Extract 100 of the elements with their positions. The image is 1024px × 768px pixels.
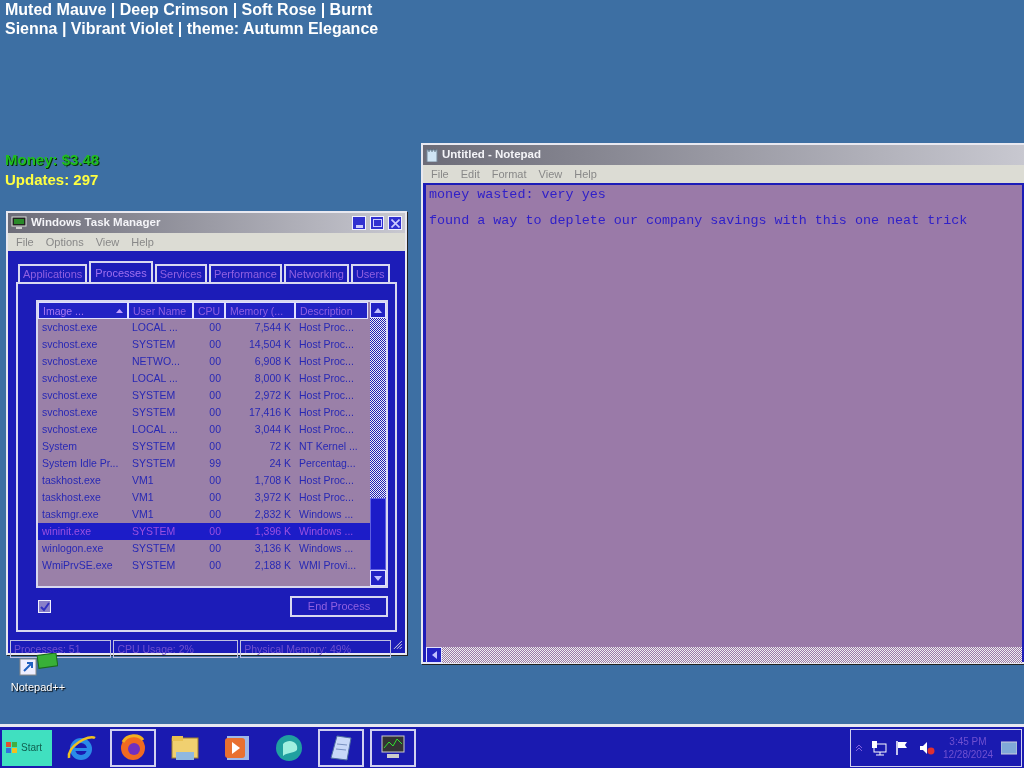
column-header[interactable]: User Name bbox=[128, 302, 193, 319]
close-button[interactable] bbox=[388, 216, 402, 230]
table-cell-text: 24 K bbox=[268, 455, 292, 471]
menu-item[interactable]: File bbox=[10, 234, 40, 250]
window-title: Windows Task Manager bbox=[31, 215, 161, 231]
table-cell-text: 99 bbox=[208, 455, 222, 471]
sort-arrow-icon bbox=[116, 308, 123, 313]
menu-item[interactable]: View bbox=[89, 234, 126, 250]
menu-item[interactable]: Options bbox=[39, 234, 90, 250]
table-cell-text: 2,832 K bbox=[253, 506, 292, 522]
table-cell-text: 00 bbox=[208, 523, 222, 539]
table-cell-text: svchost.exe bbox=[41, 370, 99, 386]
table-cell-text: 00 bbox=[208, 370, 222, 386]
notepad-taskbar-button[interactable] bbox=[318, 728, 364, 767]
text-line: found a way to deplete our company savings with this one neat trick bbox=[429, 213, 969, 229]
updates-counter: Updates: 297 bbox=[5, 170, 100, 190]
table-cell-text: 00 bbox=[208, 319, 222, 335]
column-header[interactable]: Image ... bbox=[38, 302, 128, 319]
status-text: CPU Usage: 2% bbox=[113, 640, 239, 658]
horizontal-scrollbar[interactable] bbox=[426, 647, 1022, 663]
table-cell-text: 3,044 K bbox=[253, 421, 292, 437]
checkbox[interactable] bbox=[38, 600, 51, 613]
end-process-button[interactable]: End Process bbox=[290, 596, 388, 617]
table-cell-text: Host Proc... bbox=[298, 387, 355, 403]
chevron-icon[interactable] bbox=[855, 743, 863, 752]
show-desktop-icon[interactable] bbox=[1001, 740, 1017, 755]
table-cell-text: 00 bbox=[208, 336, 222, 352]
table-cell-text: SYSTEM bbox=[131, 540, 177, 556]
table-cell-text: 00 bbox=[208, 353, 222, 369]
speaker-muted-icon[interactable] bbox=[918, 739, 935, 756]
monitor-taskbar-button[interactable] bbox=[370, 728, 416, 767]
scroll-down-button[interactable] bbox=[370, 570, 386, 586]
menu-item[interactable]: Format bbox=[485, 166, 533, 182]
table-cell-text: VM1 bbox=[131, 489, 155, 505]
tab[interactable]: Performance bbox=[208, 264, 282, 282]
table-cell-text: NT Kernel ... bbox=[298, 438, 359, 454]
table-cell-text: taskhost.exe bbox=[41, 472, 102, 488]
minimize-icon bbox=[355, 225, 363, 228]
scrollbar[interactable] bbox=[370, 302, 386, 586]
scroll-up-button[interactable] bbox=[370, 302, 386, 318]
table-cell-text: svchost.exe bbox=[41, 336, 99, 352]
table-cell-text: 00 bbox=[208, 404, 222, 420]
table-cell-text: Host Proc... bbox=[298, 336, 355, 352]
table-cell-text: Host Proc... bbox=[298, 353, 355, 369]
column-header[interactable]: CPU bbox=[193, 302, 225, 319]
money-counter: Money: $3.48 bbox=[5, 150, 100, 170]
menu-item[interactable]: Help bbox=[125, 234, 160, 250]
maximize-button[interactable] bbox=[370, 216, 384, 230]
table-cell-text: VM1 bbox=[131, 506, 155, 522]
text-area[interactable]: money wasted: very yes found a way to deplete our company savings with this one neat trick bbox=[426, 185, 1022, 647]
table-cell-text: SYSTEM bbox=[131, 557, 177, 573]
text-line: money wasted: very yes bbox=[429, 187, 607, 203]
tab[interactable]: Users bbox=[350, 264, 390, 282]
maximize-icon bbox=[372, 219, 382, 227]
table-cell-text: Windows ... bbox=[298, 523, 355, 539]
tab[interactable]: Services bbox=[154, 264, 207, 282]
menu-item[interactable]: File bbox=[425, 166, 455, 182]
menu-item[interactable]: Help bbox=[568, 166, 603, 182]
minimize-button[interactable] bbox=[352, 216, 366, 230]
table-cell-text: Host Proc... bbox=[298, 472, 355, 488]
column-header[interactable]: Memory (... bbox=[225, 302, 295, 319]
table-cell-text: taskmgr.exe bbox=[41, 506, 100, 522]
scroll-thumb[interactable] bbox=[370, 498, 386, 570]
table-cell-text: taskhost.exe bbox=[41, 489, 102, 505]
table-cell-text: wininit.exe bbox=[41, 523, 93, 539]
table-cell-text: System bbox=[41, 438, 78, 454]
scroll-left-button[interactable] bbox=[426, 647, 442, 663]
monitor-icon bbox=[11, 216, 27, 230]
table-cell-text: winlogon.exe bbox=[41, 540, 105, 556]
tab[interactable]: Networking bbox=[283, 264, 349, 282]
start-button[interactable]: Start bbox=[2, 729, 52, 766]
tab[interactable]: Processes bbox=[89, 261, 153, 284]
selection-highlight[interactable]: wininit.exe SYSTEM 00 1,396 K Windows ... bbox=[38, 523, 370, 540]
firefox-taskbar-button[interactable] bbox=[110, 728, 156, 767]
table-cell-text: 3,136 K bbox=[253, 540, 292, 556]
tab[interactable]: Applications bbox=[18, 264, 88, 282]
table-cell-text: Host Proc... bbox=[298, 404, 355, 420]
table-cell-text: WMI Provi... bbox=[298, 557, 358, 573]
table-cell-text: Host Proc... bbox=[298, 421, 355, 437]
table-cell-text: Windows ... bbox=[298, 540, 355, 556]
table-cell-text: WmiPrvSE.exe bbox=[41, 557, 114, 573]
icon-label[interactable]: Notepad++ bbox=[10, 679, 66, 696]
network-icon[interactable] bbox=[871, 739, 887, 756]
menu-item[interactable]: View bbox=[532, 166, 569, 182]
table-cell-text: VM1 bbox=[131, 472, 155, 488]
table-cell-text: 00 bbox=[208, 438, 222, 454]
menu-item[interactable]: Edit bbox=[454, 166, 486, 182]
table-cell-text: 00 bbox=[208, 421, 222, 437]
close-icon bbox=[390, 218, 400, 228]
notepad-icon bbox=[426, 148, 438, 162]
table-cell-text: 2,972 K bbox=[253, 387, 292, 403]
table-cell-text: 1,396 K bbox=[253, 523, 292, 539]
table-cell-text: 1,708 K bbox=[253, 472, 292, 488]
windows-logo-icon bbox=[6, 741, 18, 754]
table-cell-text: SYSTEM bbox=[131, 404, 177, 420]
table-cell-text: 72 K bbox=[268, 438, 292, 454]
table-cell-text: 00 bbox=[208, 506, 222, 522]
shortcut-icon bbox=[18, 653, 58, 677]
column-header[interactable]: Description bbox=[295, 302, 368, 319]
table-cell-text: 17,416 K bbox=[247, 404, 292, 420]
